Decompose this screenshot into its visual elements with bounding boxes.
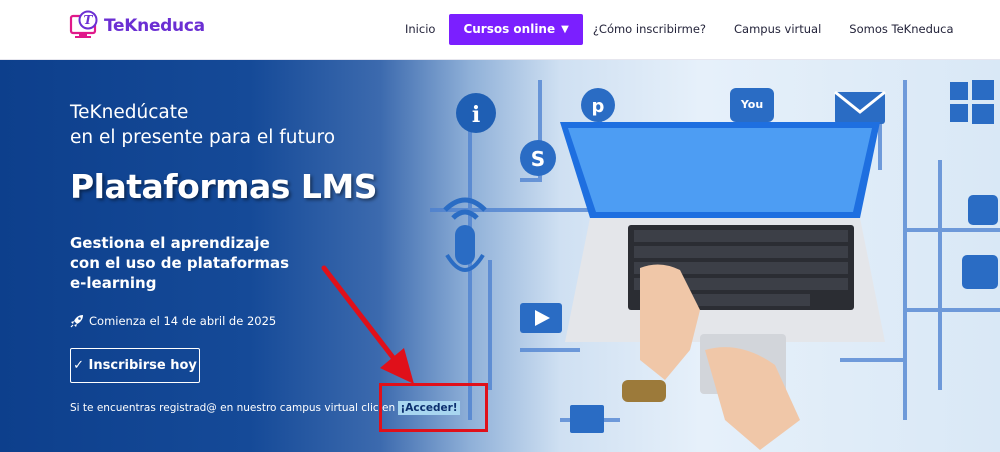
subtitle-line-3: e-learning	[70, 274, 157, 292]
tagline-line-2: en el presente para el futuro	[70, 127, 336, 148]
site-header: T TeKneduca Inicio Cursos online ▼ ¿Cómo…	[0, 0, 1000, 60]
caret-down-icon: ▼	[561, 23, 569, 35]
svg-text:i: i	[472, 102, 480, 128]
tagline-line-1: TeKnedúcate	[70, 102, 189, 123]
youtube-icon: You	[730, 88, 774, 122]
windows-icon-bottom	[570, 405, 604, 433]
nav-campus-virtual[interactable]: Campus virtual	[734, 22, 821, 36]
start-date-text: Comienza el 14 de abril de 2025	[89, 314, 277, 328]
subtitle-line-2: con el uso de plataformas	[70, 254, 290, 272]
android-icon	[968, 195, 998, 225]
svg-text:S: S	[531, 147, 545, 171]
nav-cursos-online-button[interactable]: Cursos online ▼	[449, 13, 583, 45]
page-title: Plataformas LMS	[70, 167, 378, 206]
svg-text:p: p	[592, 96, 605, 117]
svg-text:You: You	[740, 98, 763, 111]
access-text: Si te encuentras registrad@ en nuestro c…	[70, 402, 396, 414]
annotation-highlight-box	[379, 383, 488, 432]
logo-letter: T	[84, 13, 94, 27]
info-icon: i	[456, 93, 496, 133]
logo[interactable]: T TeKneduca	[68, 10, 205, 42]
chat-icon	[962, 255, 998, 289]
nav-somos-tekneduca[interactable]: Somos TeKneduca	[849, 22, 953, 36]
pinterest-icon: p	[581, 88, 615, 122]
windows-icon	[950, 80, 994, 124]
nav-cursos-label: Cursos online	[463, 22, 556, 36]
hero-banner: i p You S TeKnedúcate en el presente par…	[0, 60, 1000, 452]
nav-como-inscribirme[interactable]: ¿Cómo inscribirme?	[593, 22, 706, 36]
start-date: Comienza el 14 de abril de 2025	[70, 314, 276, 328]
skype-icon: S	[520, 140, 556, 176]
subtitle-line-1: Gestiona el aprendizaje	[70, 234, 270, 252]
laptop-illustration	[560, 122, 885, 450]
brand-name: TeKneduca	[104, 16, 205, 36]
hero-tagline: TeKnedúcate en el presente para el futur…	[70, 100, 335, 150]
video-icon	[520, 303, 562, 333]
logo-icon: T	[69, 10, 98, 38]
inscribirse-button[interactable]: ✓ Inscribirse hoy	[70, 348, 200, 383]
main-nav: Inicio Cursos online ▼ ¿Cómo inscribirme…	[405, 13, 954, 45]
annotation-arrow-icon	[321, 265, 414, 384]
hero-subtitle: Gestiona el aprendizaje con el uso de pl…	[70, 233, 330, 293]
nav-inicio[interactable]: Inicio	[405, 22, 435, 36]
rocket-icon	[70, 315, 83, 328]
microphone-icon	[445, 225, 485, 272]
mail-icon	[834, 90, 886, 124]
